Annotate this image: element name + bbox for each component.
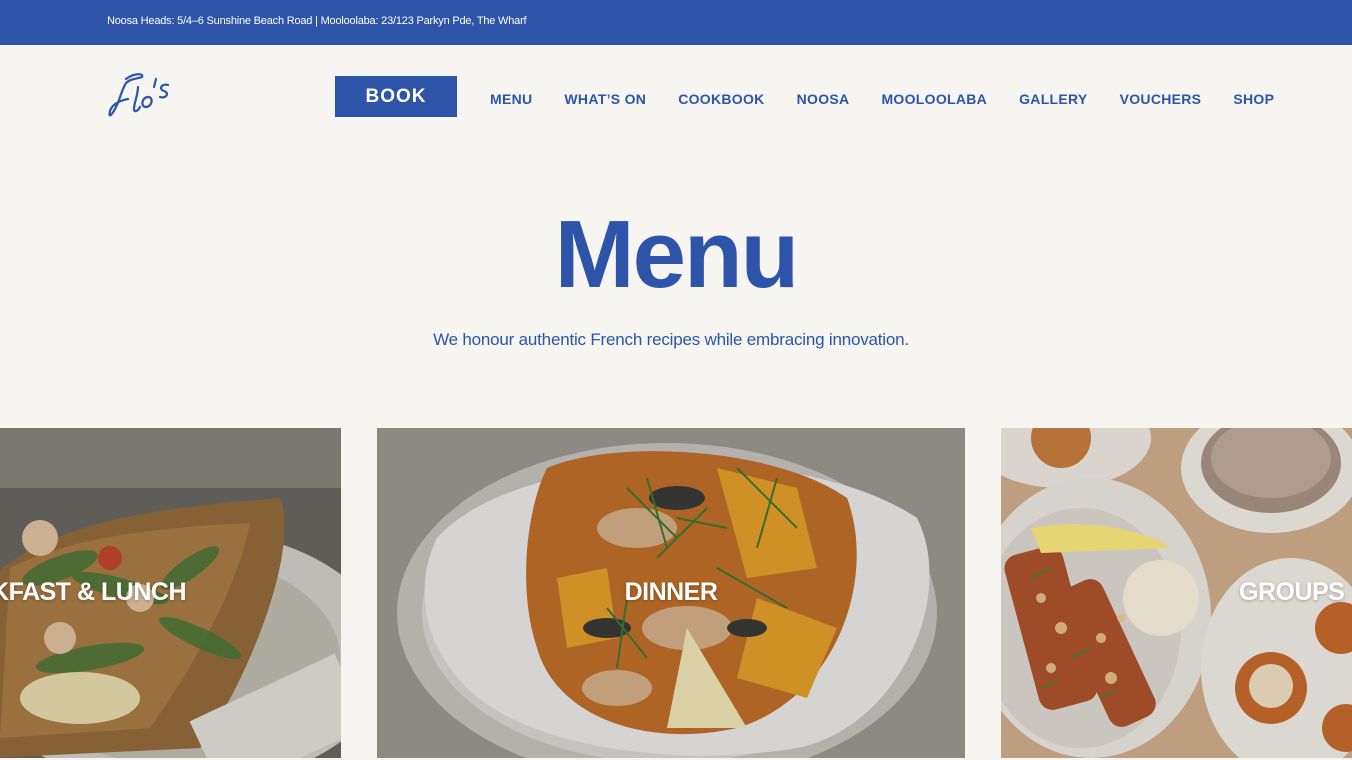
menu-card-breakfast-lunch[interactable]: BREAKFAST & LUNCH — [0, 428, 341, 758]
nav-item-menu[interactable]: MENU — [490, 91, 532, 107]
main-nav: MENU WHAT’S ON COOKBOOK NOOSA MOOLOOLABA… — [490, 91, 1274, 107]
page-subtitle: We honour authentic French recipes while… — [433, 330, 909, 349]
nav-item-gallery[interactable]: GALLERY — [1019, 91, 1087, 107]
book-button[interactable]: BOOK — [335, 76, 457, 117]
nav-item-cookbook[interactable]: COOKBOOK — [678, 91, 764, 107]
site-header: BOOK MENU WHAT’S ON COOKBOOK NOOSA MOOLO… — [0, 45, 1352, 155]
nav-item-noosa[interactable]: NOOSA — [797, 91, 850, 107]
card-label: BREAKFAST & LUNCH — [0, 578, 186, 606]
nav-item-shop[interactable]: SHOP — [1233, 91, 1274, 107]
flos-logo[interactable] — [104, 69, 174, 125]
announcement-bar: Noosa Heads: 5/4–6 Sunshine Beach Road |… — [0, 0, 1352, 45]
address-text: Noosa Heads: 5/4–6 Sunshine Beach Road |… — [107, 15, 527, 27]
menu-card-dinner[interactable]: DINNER — [377, 428, 965, 758]
card-label: GROUPS — [1239, 578, 1345, 606]
page-title: Menu — [554, 201, 800, 308]
nav-item-mooloolaba[interactable]: MOOLOOLABA — [881, 91, 987, 107]
card-label: DINNER — [624, 578, 718, 606]
menu-card-groups[interactable]: GROUPS — [1001, 428, 1352, 758]
nav-item-whats-on[interactable]: WHAT’S ON — [564, 91, 646, 107]
flos-logo-icon — [108, 73, 170, 117]
nav-item-vouchers[interactable]: VOUCHERS — [1120, 91, 1202, 107]
